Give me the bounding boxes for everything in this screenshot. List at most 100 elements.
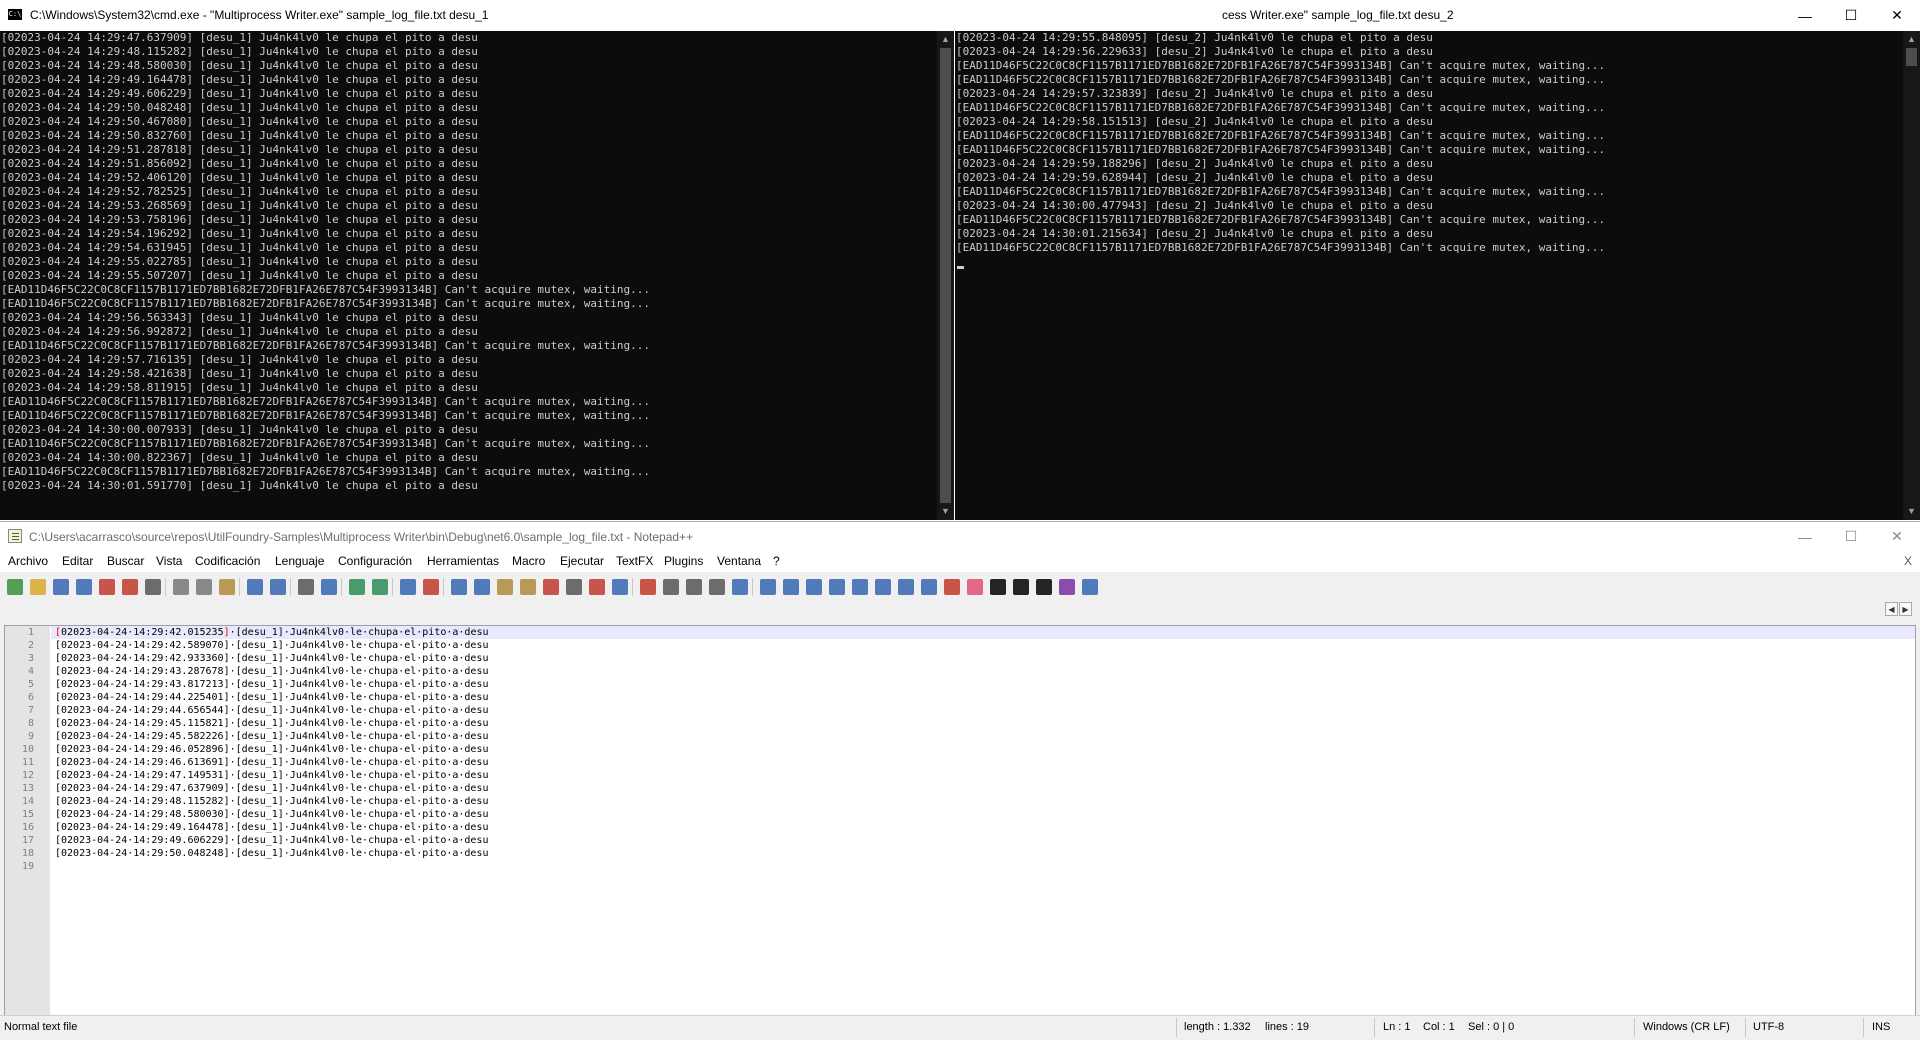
close-button[interactable]: ✕ [1874, 0, 1920, 31]
minimize-button[interactable]: — [1782, 0, 1828, 31]
close-all-icon[interactable] [122, 579, 138, 595]
doc-map-icon[interactable] [566, 579, 582, 595]
indent-guide-icon[interactable] [497, 579, 513, 595]
save-all-icon[interactable] [76, 579, 92, 595]
word-wrap-icon[interactable] [451, 579, 467, 595]
plugin-1-icon[interactable] [760, 579, 776, 595]
minimize-button[interactable]: — [1782, 522, 1828, 551]
editor-line[interactable]: [02023-04-24·14:29:49.606229]·[desu_1]·J… [51, 834, 1915, 847]
console-title-bar[interactable]: C:\ C:\Windows\System32\cmd.exe - "Multi… [0, 0, 954, 31]
close-button[interactable]: ✕ [1874, 522, 1920, 551]
sync-vertical-icon[interactable] [400, 579, 416, 595]
function-list-icon[interactable] [543, 579, 559, 595]
editor-line[interactable] [51, 860, 1915, 873]
markdown-mp-icon[interactable] [1059, 579, 1075, 595]
replace-icon[interactable] [321, 579, 337, 595]
udl-icon[interactable] [520, 579, 536, 595]
print-icon[interactable] [145, 579, 161, 595]
editor-line[interactable]: [02023-04-24·14:29:48.115282]·[desu_1]·J… [51, 795, 1915, 808]
scrollbar-thumb[interactable] [940, 48, 951, 503]
scroll-up-icon[interactable]: ▲ [1903, 31, 1920, 48]
move-up-icon[interactable] [852, 579, 868, 595]
save-macro-icon[interactable] [732, 579, 748, 595]
scroll-down-icon[interactable]: ▼ [937, 503, 954, 520]
console-scrollbar[interactable]: ▲ ▼ [937, 31, 954, 520]
status-eol[interactable]: Windows (CR LF) [1643, 1021, 1730, 1033]
run-macro-multiple-icon[interactable] [709, 579, 725, 595]
status-insert-mode[interactable]: INS [1872, 1021, 1890, 1033]
notepadpp-window[interactable]: C:\Users\acarrasco\source\repos\UtilFoun… [0, 521, 1920, 1040]
editor-line[interactable]: [02023-04-24·14:29:45.115821]·[desu_1]·J… [51, 717, 1915, 730]
scroll-down-icon[interactable]: ▼ [1903, 503, 1920, 520]
play-macro-icon[interactable] [686, 579, 702, 595]
editor-line[interactable]: [02023-04-24·14:29:45.582226]·[desu_1]·J… [51, 730, 1915, 743]
editor-line[interactable]: [02023-04-24·14:29:49.164478]·[desu_1]·J… [51, 821, 1915, 834]
editor-line[interactable]: [02023-04-24·14:29:43.287678]·[desu_1]·J… [51, 665, 1915, 678]
zoom-out-icon[interactable] [372, 579, 388, 595]
menu-plugins[interactable]: Plugins [664, 554, 703, 568]
console-prompt-line[interactable] [955, 255, 1903, 269]
menu-codificacion[interactable]: Codificación [195, 554, 260, 568]
redo-icon[interactable] [270, 579, 286, 595]
editor-line[interactable]: [02023-04-24·14:29:42.589070]·[desu_1]·J… [51, 639, 1915, 652]
menu-herramientas[interactable]: Herramientas [427, 554, 499, 568]
console-scrollbar[interactable]: ▲ ▼ [1903, 31, 1920, 520]
plugin-4-icon[interactable] [829, 579, 845, 595]
monitoring-icon[interactable] [612, 579, 628, 595]
plugin-3-icon[interactable] [806, 579, 822, 595]
json-icon[interactable] [1013, 579, 1029, 595]
close-icon[interactable] [99, 579, 115, 595]
editor-line[interactable]: [02023-04-24·14:29:42.933360]·[desu_1]·J… [51, 652, 1915, 665]
menu-help[interactable]: ? [773, 554, 780, 568]
scroll-up-icon[interactable]: ▲ [937, 31, 954, 48]
editor-line[interactable]: [02023-04-24·14:29:48.580030]·[desu_1]·J… [51, 808, 1915, 821]
close-document-button[interactable]: X [1904, 554, 1912, 568]
menu-lenguaje[interactable]: Lenguaje [275, 554, 324, 568]
console-window-desu-2[interactable]: cess Writer.exe" sample_log_file.txt des… [955, 0, 1920, 520]
plugin-2-icon[interactable] [783, 579, 799, 595]
save-icon[interactable] [53, 579, 69, 595]
editor-line[interactable]: [02023-04-24·14:29:44.225401]·[desu_1]·J… [51, 691, 1915, 704]
editor-line[interactable]: [02023-04-24·14:29:47.637909]·[desu_1]·J… [51, 782, 1915, 795]
markdown-md-icon[interactable] [1036, 579, 1052, 595]
editor-line[interactable]: [02023-04-24·14:29:46.052896]·[desu_1]·J… [51, 743, 1915, 756]
heart-icon[interactable] [967, 579, 983, 595]
menu-macro[interactable]: Macro [512, 554, 545, 568]
plugin-6-icon[interactable] [921, 579, 937, 595]
editor-line[interactable]: [02023-04-24·14:29:44.656544]·[desu_1]·J… [51, 704, 1915, 717]
console-title-bar[interactable]: cess Writer.exe" sample_log_file.txt des… [955, 0, 1920, 31]
editor-line[interactable]: [02023-04-24·14:29:47.149531]·[desu_1]·J… [51, 769, 1915, 782]
copy-icon[interactable] [196, 579, 212, 595]
hex-h-icon[interactable] [990, 579, 1006, 595]
editor-line[interactable]: [02023-04-24·14:29:50.048248]·[desu_1]·J… [51, 847, 1915, 860]
maximize-button[interactable]: ☐ [1828, 0, 1874, 31]
folder-workspace-icon[interactable] [589, 579, 605, 595]
menu-textfx[interactable]: TextFX [616, 554, 653, 568]
sync-horizontal-icon[interactable] [423, 579, 439, 595]
tab-next-button[interactable]: ▶ [1899, 602, 1912, 616]
menu-vista[interactable]: Vista [156, 554, 182, 568]
show-all-chars-icon[interactable] [474, 579, 490, 595]
move-down-icon[interactable] [875, 579, 891, 595]
npp-title-bar[interactable]: C:\Users\acarrasco\source\repos\UtilFoun… [0, 522, 1920, 551]
undo-icon[interactable] [247, 579, 263, 595]
paste-icon[interactable] [219, 579, 235, 595]
console-window-desu-1[interactable]: C:\ C:\Windows\System32\cmd.exe - "Multi… [0, 0, 954, 520]
stop-record-icon[interactable] [663, 579, 679, 595]
menu-archivo[interactable]: Archivo [8, 554, 48, 568]
maximize-button[interactable]: ☐ [1828, 522, 1874, 551]
editor-line[interactable]: [02023-04-24·14:29:46.613691]·[desu_1]·J… [51, 756, 1915, 769]
zoom-in-icon[interactable] [349, 579, 365, 595]
cut-icon[interactable] [173, 579, 189, 595]
plugin-7-icon[interactable] [944, 579, 960, 595]
editor-text-area[interactable]: [02023-04-24·14:29:42.015235]·[desu_1]·J… [51, 626, 1915, 1015]
menu-configuracion[interactable]: Configuración [338, 554, 412, 568]
status-encoding[interactable]: UTF-8 [1753, 1021, 1784, 1033]
menu-ventana[interactable]: Ventana [717, 554, 761, 568]
menu-buscar[interactable]: Buscar [107, 554, 144, 568]
scrollbar-thumb[interactable] [1906, 48, 1917, 66]
find-icon[interactable] [298, 579, 314, 595]
plugin-5-icon[interactable] [898, 579, 914, 595]
editor-line[interactable]: [02023-04-24·14:29:43.817213]·[desu_1]·J… [51, 678, 1915, 691]
menu-ejecutar[interactable]: Ejecutar [560, 554, 604, 568]
